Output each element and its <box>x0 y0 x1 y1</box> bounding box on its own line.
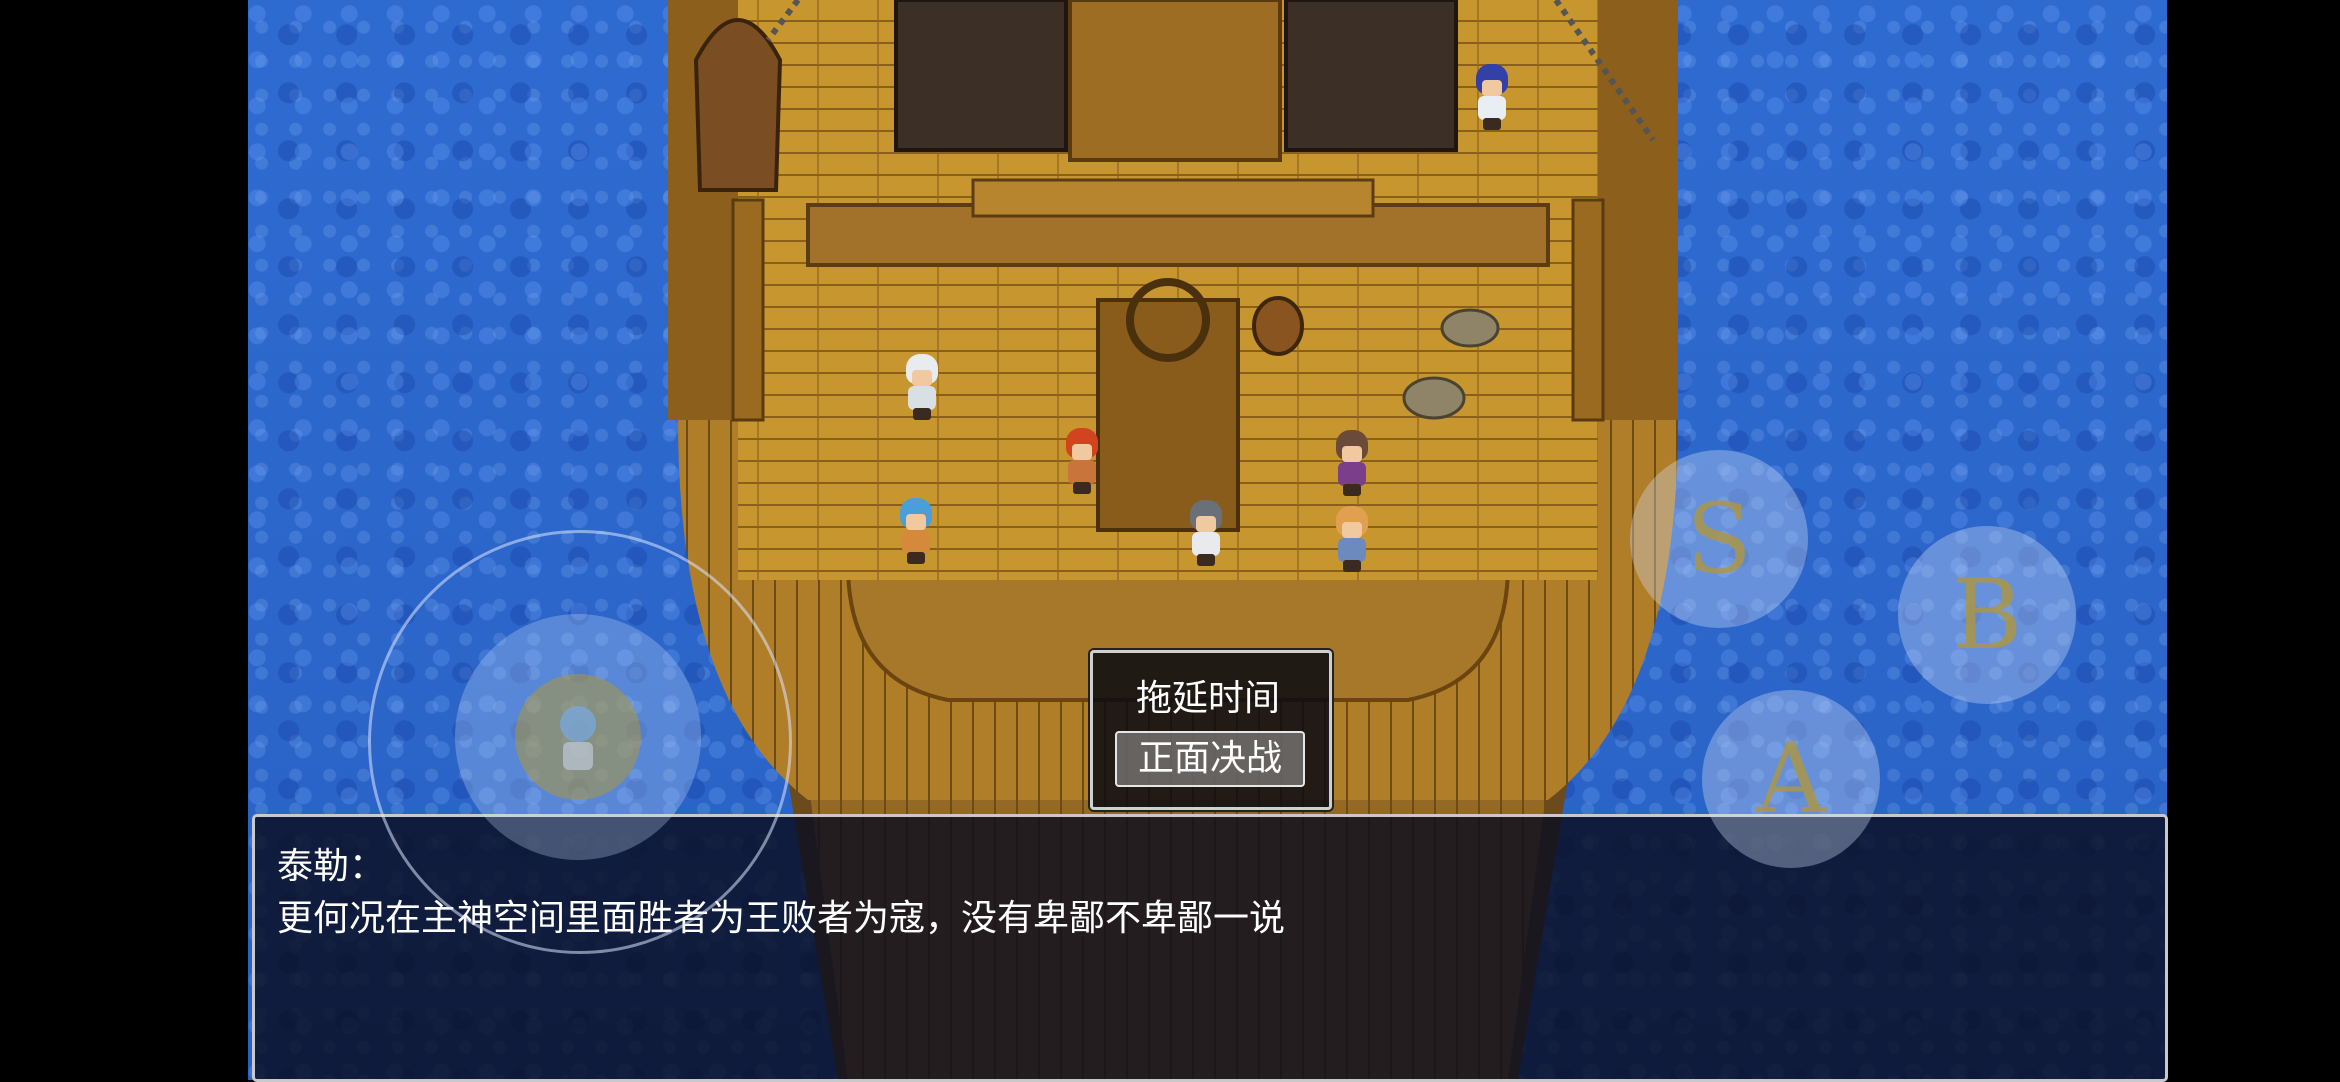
b-button[interactable]: B <box>1898 526 2076 704</box>
player-character[interactable] <box>1184 500 1228 566</box>
npc-blonde[interactable] <box>1330 506 1374 572</box>
npc-white-hood[interactable] <box>900 354 944 420</box>
npc-purple-vest[interactable] <box>1330 430 1374 496</box>
a-button[interactable]: A <box>1702 690 1880 868</box>
choice-window: 拖延时间 正面决战 <box>1090 650 1332 810</box>
npc-sailor[interactable] <box>1470 64 1514 130</box>
joystick-knob[interactable] <box>515 674 641 800</box>
npc-red-hair[interactable] <box>1060 428 1104 494</box>
s-button[interactable]: S <box>1630 450 1808 628</box>
dialog-message: 更何况在主神空间里面胜者为王败者为寇，没有卑鄙不卑鄙一说 <box>277 898 1286 939</box>
choice-delay[interactable]: 拖延时间 <box>1115 673 1301 725</box>
npc-blue-hair[interactable] <box>894 498 938 564</box>
speaker-name: 泰勒： <box>277 846 386 887</box>
choice-fight[interactable]: 正面决战 <box>1115 731 1305 787</box>
character-portrait-icon <box>560 706 596 770</box>
